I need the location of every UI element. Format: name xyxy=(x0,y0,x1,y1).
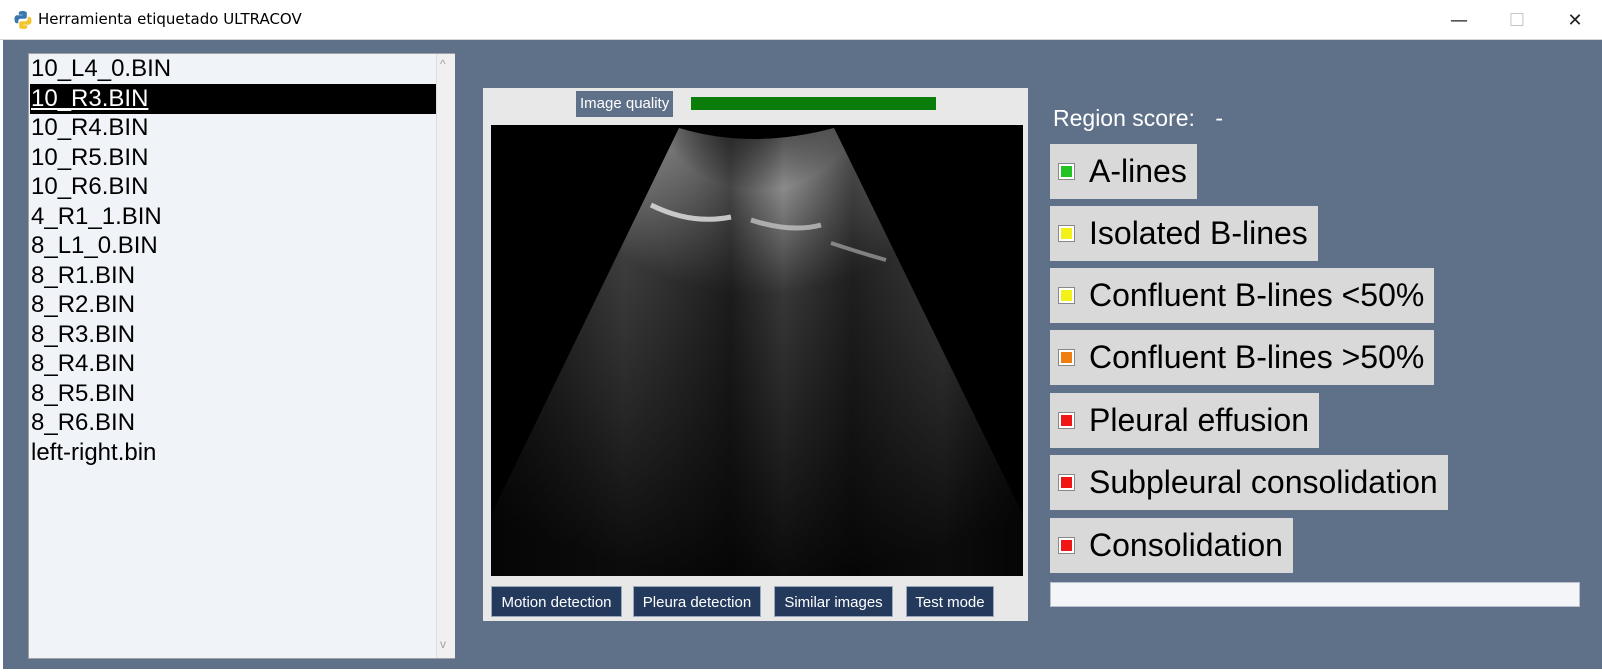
similar-images-button[interactable]: Similar images xyxy=(774,586,893,617)
status-progress-field xyxy=(1050,582,1580,607)
image-quality-bar-fill xyxy=(691,97,936,110)
scroll-up-icon[interactable]: ^ xyxy=(440,57,446,71)
finding-label: Consolidation xyxy=(1089,527,1283,563)
status-indicator xyxy=(1058,537,1075,554)
finding-label: A-lines xyxy=(1089,153,1187,189)
status-indicator xyxy=(1058,287,1075,304)
finding-pleural-effusion-button[interactable]: Pleural effusion xyxy=(1050,393,1319,448)
motion-detection-button[interactable]: Motion detection xyxy=(491,586,622,617)
file-listbox[interactable]: 10_L4_0.BIN 10_R3.BIN 10_R4.BIN 10_R5.BI… xyxy=(28,53,455,659)
status-indicator xyxy=(1058,163,1075,180)
region-score: Region score: - xyxy=(1053,105,1223,132)
close-icon[interactable]: ✕ xyxy=(1546,0,1602,40)
image-quality-label: Image quality xyxy=(576,91,674,117)
status-indicator xyxy=(1058,474,1075,491)
finding-label: Confluent B-lines <50% xyxy=(1089,277,1425,313)
minimize-icon[interactable]: — xyxy=(1430,0,1488,40)
file-list-item[interactable]: left-right.bin xyxy=(30,438,156,468)
finding-label: Confluent B-lines >50% xyxy=(1089,339,1425,375)
finding-subpleural-consolidation-button[interactable]: Subpleural consolidation xyxy=(1050,455,1448,510)
file-list-item-selected[interactable]: 10_R3.BIN xyxy=(30,84,441,114)
status-indicator xyxy=(1058,412,1075,429)
region-score-value: - xyxy=(1215,105,1223,131)
finding-isolated-b-lines-button[interactable]: Isolated B-lines xyxy=(1050,206,1318,261)
finding-confluent-b-lines-lt50-button[interactable]: Confluent B-lines <50% xyxy=(1050,268,1435,323)
title-bar: Herramienta etiquetado ULTRACOV — ☐ ✕ xyxy=(0,0,1602,40)
file-list-item[interactable]: 8_R1.BIN xyxy=(30,261,135,291)
scroll-down-icon[interactable]: v xyxy=(440,637,446,651)
finding-confluent-b-lines-gt50-button[interactable]: Confluent B-lines >50% xyxy=(1050,330,1435,385)
file-list-item[interactable]: 8_R6.BIN xyxy=(30,408,135,438)
file-list-item[interactable]: 4_R1_1.BIN xyxy=(30,202,162,232)
ultrasound-image xyxy=(491,125,1023,576)
python-app-icon xyxy=(14,11,32,29)
file-list-item[interactable]: 10_L4_0.BIN xyxy=(30,54,171,84)
file-list-item[interactable]: 8_R3.BIN xyxy=(30,320,135,350)
test-mode-button[interactable]: Test mode xyxy=(906,586,994,617)
finding-label: Isolated B-lines xyxy=(1089,215,1308,251)
window-title: Herramienta etiquetado ULTRACOV xyxy=(38,10,302,28)
file-list-item[interactable]: 8_R2.BIN xyxy=(30,290,135,320)
finding-consolidation-button[interactable]: Consolidation xyxy=(1050,518,1293,573)
maximize-icon[interactable]: ☐ xyxy=(1488,0,1546,40)
file-list-item[interactable]: 8_R4.BIN xyxy=(30,349,135,379)
status-indicator xyxy=(1058,349,1075,366)
file-list-scrollbar[interactable]: ^ v xyxy=(436,54,455,658)
window-frame-left xyxy=(0,40,3,672)
finding-label: Subpleural consolidation xyxy=(1089,464,1438,500)
file-list-item[interactable]: 8_R5.BIN xyxy=(30,379,135,409)
file-list-item[interactable]: 8_L1_0.BIN xyxy=(30,231,158,261)
status-indicator xyxy=(1058,225,1075,242)
image-quality-bar xyxy=(691,97,936,110)
ultrasound-sector xyxy=(491,128,1023,576)
file-list-item[interactable]: 10_R6.BIN xyxy=(30,172,148,202)
region-score-label: Region score: xyxy=(1053,105,1195,131)
finding-a-lines-button[interactable]: A-lines xyxy=(1050,144,1197,199)
file-list-item[interactable]: 10_R5.BIN xyxy=(30,143,148,173)
pleura-detection-button[interactable]: Pleura detection xyxy=(633,586,761,617)
finding-label: Pleural effusion xyxy=(1089,402,1309,438)
file-list-item[interactable]: 10_R4.BIN xyxy=(30,113,148,143)
image-panel: Image quality Motion detection Pleura de… xyxy=(483,88,1028,621)
